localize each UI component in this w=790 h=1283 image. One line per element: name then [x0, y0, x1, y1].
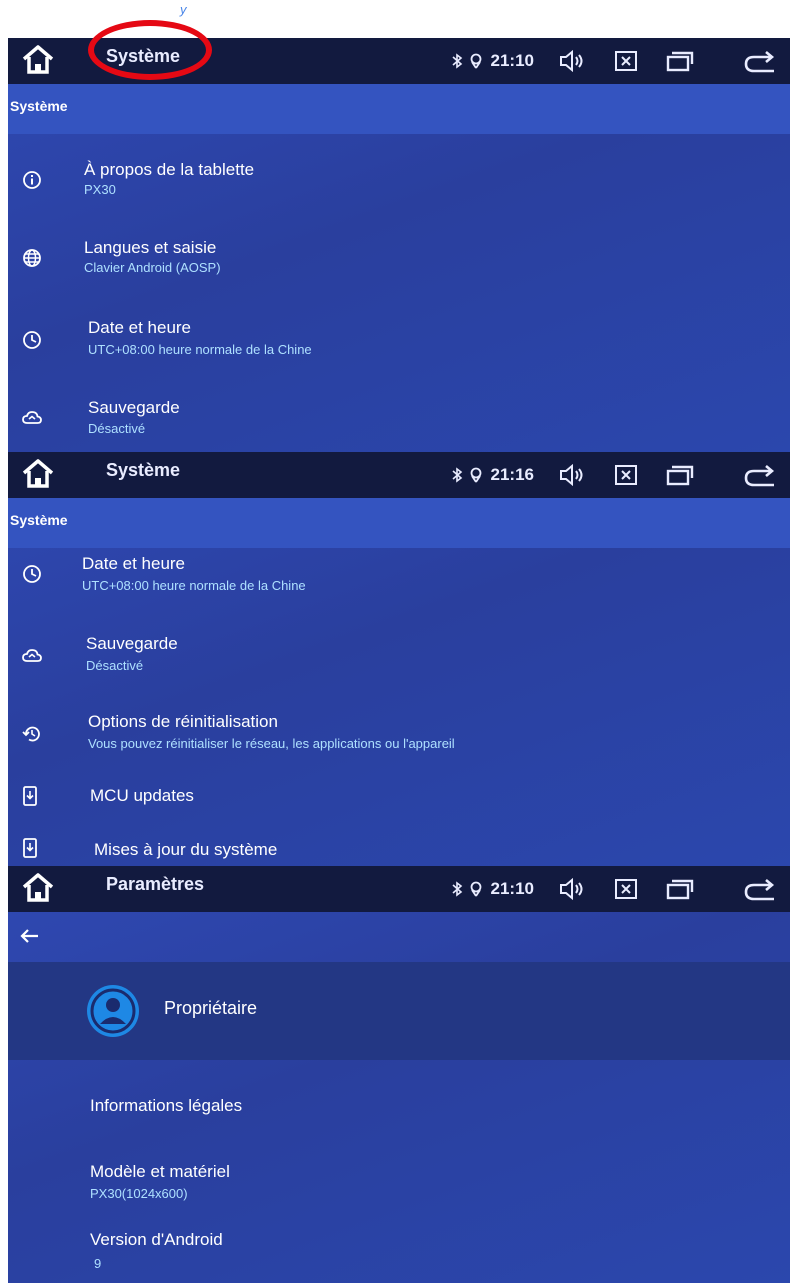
close-app-icon[interactable]: [614, 50, 638, 72]
item-title: Date et heure: [82, 554, 186, 573]
system-update-icon: [23, 838, 37, 858]
home-icon[interactable]: [20, 456, 56, 492]
item-title: Langues et saisie: [84, 238, 217, 257]
settings-item-date-time[interactable]: Date et heure UTC+08:00 heure normale de…: [8, 552, 790, 612]
recent-apps-icon[interactable]: [666, 464, 694, 486]
clock-icon: [23, 565, 41, 583]
close-app-icon[interactable]: [614, 464, 638, 486]
status-bar: Système 21:16: [8, 452, 790, 498]
settings-item-mcu-updates[interactable]: MCU updates: [8, 782, 790, 822]
location-icon: [470, 881, 481, 897]
clock: 21:16: [490, 465, 534, 484]
info-icon: [23, 171, 41, 189]
globe-icon: [23, 249, 41, 267]
section-title: Système: [10, 512, 68, 528]
recent-apps-icon[interactable]: [666, 878, 694, 900]
item-title: À propos de la tablette: [84, 160, 255, 179]
clock: 21:10: [490, 879, 534, 898]
settings-item-reset-options[interactable]: Options de réinitialisation Vous pouvez …: [8, 710, 790, 770]
account-circle-icon: [87, 985, 139, 1037]
status-bar: Paramètres 21:10: [8, 866, 790, 912]
status-icons: 21:10: [445, 46, 776, 76]
item-subtitle: PX30(1024x600): [90, 1186, 188, 1201]
volume-icon[interactable]: [558, 464, 586, 486]
settings-item-backup[interactable]: Sauvegarde Désactivé: [8, 394, 790, 450]
item-subtitle: PX30: [84, 182, 116, 197]
section-header: Système: [8, 84, 790, 134]
item-title: Informations légales: [90, 1096, 243, 1115]
app-title: Paramètres: [106, 874, 205, 894]
system-update-icon: [23, 786, 37, 806]
item-subtitle: 9: [94, 1256, 102, 1271]
item-title: MCU updates: [90, 786, 194, 805]
back-icon[interactable]: [744, 463, 776, 487]
settings-item-backup[interactable]: Sauvegarde Désactivé: [8, 632, 790, 692]
settings-item-languages[interactable]: Langues et saisie Clavier Android (AOSP): [8, 234, 790, 294]
item-subtitle: Vous pouvez réinitialiser le réseau, les…: [88, 736, 455, 751]
status-icons: 21:16: [445, 460, 776, 490]
item-title: Options de réinitialisation: [88, 712, 278, 731]
item-subtitle: UTC+08:00 heure normale de la Chine: [82, 578, 306, 593]
item-title: Sauvegarde: [88, 398, 180, 417]
location-icon: [470, 467, 481, 483]
item-title: Modèle et matériel: [90, 1162, 230, 1181]
screenshot-parametres: Paramètres 21:10 Propriétaire Informatio…: [8, 866, 790, 1283]
bluetooth-icon: [451, 53, 462, 69]
back-arrow-icon[interactable]: [18, 924, 42, 948]
item-title: Date et heure: [88, 318, 192, 337]
item-title: Version d'Android: [90, 1230, 223, 1249]
owner-name: Propriétaire: [164, 998, 258, 1018]
back-icon[interactable]: [744, 49, 776, 73]
item-subtitle: UTC+08:00 heure normale de la Chine: [88, 342, 312, 357]
settings-item-date-time[interactable]: Date et heure UTC+08:00 heure normale de…: [8, 314, 790, 374]
settings-item-legal-info[interactable]: Informations légales: [8, 1088, 790, 1128]
clock: 21:10: [490, 51, 534, 70]
settings-item-system-updates[interactable]: Mises à jour du système: [8, 836, 790, 866]
settings-item-android-version[interactable]: Version d'Android 9: [8, 1228, 790, 1282]
bluetooth-icon: [451, 467, 462, 483]
status-icons: 21:10: [445, 874, 776, 904]
volume-icon[interactable]: [558, 50, 586, 72]
home-icon[interactable]: [20, 42, 56, 78]
item-subtitle: Clavier Android (AOSP): [84, 260, 221, 275]
item-subtitle: Désactivé: [88, 421, 146, 436]
cloud-icon: [22, 649, 42, 662]
screenshot-system-1: Système 21:10 Système À propos de la tab…: [8, 38, 790, 452]
bluetooth-icon: [451, 881, 462, 897]
section-header: Système: [8, 498, 790, 548]
item-title: Mises à jour du système: [94, 840, 278, 859]
cloud-icon: [22, 411, 42, 424]
owner-profile-row[interactable]: Propriétaire: [8, 962, 790, 1060]
item-title: Sauvegarde: [86, 634, 178, 653]
section-title: Système: [10, 98, 68, 114]
clock-icon: [23, 331, 41, 349]
screenshot-system-2: Système 21:16 Système Date et heure UTC+…: [8, 452, 790, 866]
settings-item-model-hardware[interactable]: Modèle et matériel PX30(1024x600): [8, 1160, 790, 1220]
recent-apps-icon[interactable]: [666, 50, 694, 72]
back-icon[interactable]: [744, 877, 776, 901]
cropped-caption-fragment: y: [180, 2, 187, 17]
settings-item-about[interactable]: À propos de la tablette PX30: [8, 154, 790, 214]
app-title: Système: [106, 460, 181, 480]
highlight-circle: [88, 20, 212, 80]
restore-icon: [22, 726, 40, 742]
home-icon[interactable]: [20, 870, 56, 906]
close-app-icon[interactable]: [614, 878, 638, 900]
location-icon: [470, 53, 481, 69]
item-subtitle: Désactivé: [86, 658, 144, 673]
volume-icon[interactable]: [558, 878, 586, 900]
